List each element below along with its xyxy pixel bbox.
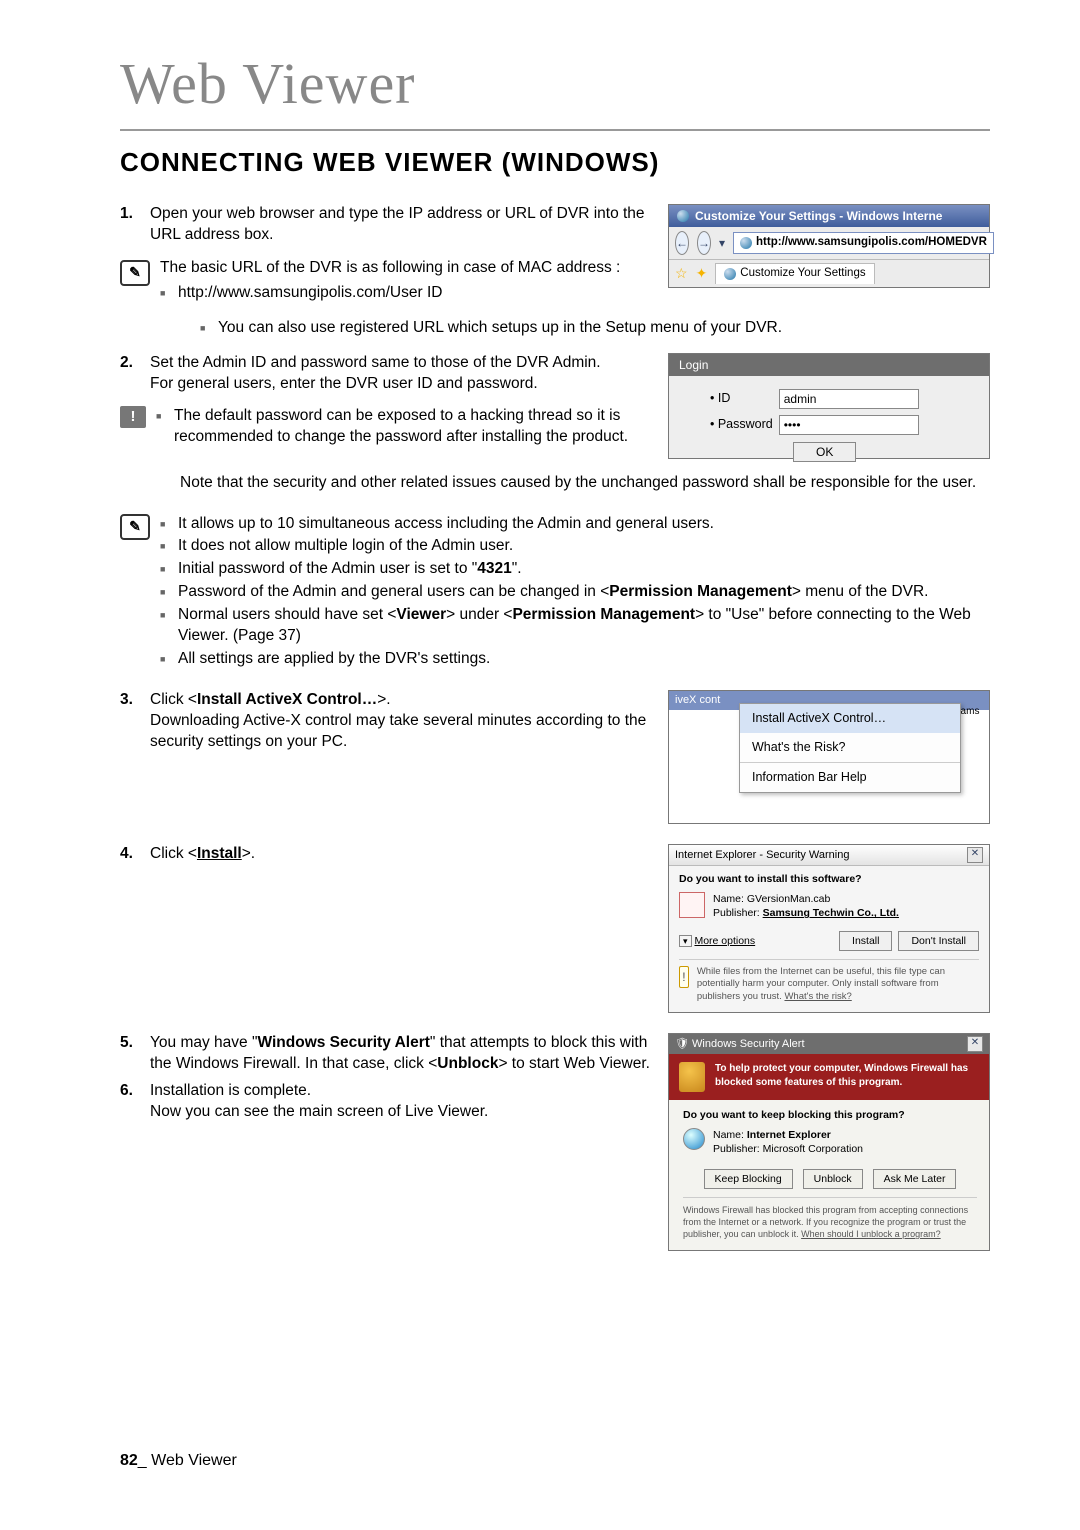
sw-title-text: Internet Explorer - Security Warning xyxy=(675,848,849,863)
step-5-text: You may have "Windows Security Alert" th… xyxy=(150,1033,650,1075)
note2-b1: It allows up to 10 simultaneous access i… xyxy=(160,514,990,535)
firewall-alert-screenshot: 🛡 Windows Security Alert ✕ To help prote… xyxy=(668,1033,990,1251)
favorites-star-icon[interactable]: ☆ xyxy=(675,264,688,283)
ie-title-text: Customize Your Settings - Windows Intern… xyxy=(695,208,942,224)
warn-line2: Note that the security and other related… xyxy=(180,474,976,491)
warning-icon: ! xyxy=(120,406,146,428)
add-favorite-icon[interactable]: ✦ xyxy=(696,264,708,283)
sw-name-value: GVersionMan.cab xyxy=(747,893,830,905)
install-button[interactable]: Install xyxy=(839,931,892,951)
note2-b6: All settings are applied by the DVR's se… xyxy=(160,649,990,670)
login-id-input[interactable] xyxy=(779,389,919,409)
close-icon[interactable]: ✕ xyxy=(967,847,983,863)
page-icon xyxy=(740,237,752,249)
fw-name-value: Internet Explorer xyxy=(747,1129,831,1141)
warn-line1: The default password can be exposed to a… xyxy=(174,407,628,445)
step-number-5: 5. xyxy=(120,1033,142,1075)
tab-label: Customize Your Settings xyxy=(740,266,865,282)
step-3-l2: Downloading Active-X control may take se… xyxy=(150,712,646,750)
sw-name-label: Name: xyxy=(713,893,744,905)
fw-pub-label: Publisher: xyxy=(713,1143,760,1155)
step-2-line1: Set the Admin ID and password same to th… xyxy=(150,354,601,371)
fw-close-icon[interactable]: ✕ xyxy=(967,1036,983,1052)
login-pw-input[interactable] xyxy=(779,415,919,435)
note1-bullet-2: You can also use registered URL which se… xyxy=(200,318,990,339)
note1-lead: The basic URL of the DVR is as following… xyxy=(160,258,620,279)
keep-blocking-button[interactable]: Keep Blocking xyxy=(704,1169,793,1189)
menu-info-bar-help[interactable]: Information Bar Help xyxy=(740,762,960,792)
step-number-4: 4. xyxy=(120,844,142,865)
ie-logo-icon xyxy=(677,210,689,222)
cab-file-icon xyxy=(679,892,705,918)
page-number: 82 xyxy=(120,1452,138,1469)
sw-pub-label: Publisher: xyxy=(713,907,760,919)
step-number-2: 2. xyxy=(120,353,142,395)
fw-banner-text: To help protect your computer, Windows F… xyxy=(715,1062,979,1089)
ie-titlebar: Customize Your Settings - Windows Intern… xyxy=(669,205,989,227)
dropdown-arrow-icon[interactable]: ▾ xyxy=(719,235,725,251)
note1-bullet-1: http://www.samsungipolis.com/User ID xyxy=(160,283,620,304)
note-icon: ✎ xyxy=(120,260,150,286)
note-icon-2: ✎ xyxy=(120,514,150,540)
security-warning-screenshot: Internet Explorer - Security Warning ✕ D… xyxy=(668,844,990,1013)
more-options-toggle[interactable]: ▾ More options xyxy=(679,934,755,948)
step-6-l2: Now you can see the main screen of Live … xyxy=(150,1103,488,1120)
tab-page-icon xyxy=(724,268,736,280)
note2-b3: Initial password of the Admin user is se… xyxy=(160,559,990,580)
ask-me-later-button[interactable]: Ask Me Later xyxy=(873,1169,957,1189)
step-number-1: 1. xyxy=(120,204,142,246)
fw-name-label: Name: xyxy=(713,1129,744,1141)
back-button[interactable]: ← xyxy=(675,231,689,255)
login-pw-label: • Password xyxy=(709,414,774,436)
activex-context-menu: Install ActiveX Control… What's the Risk… xyxy=(739,703,961,793)
footer-label: Web Viewer xyxy=(151,1452,237,1469)
activex-menu-screenshot: iveX cont ams Install ActiveX Control… W… xyxy=(668,690,990,824)
sw-info-link[interactable]: What's the risk? xyxy=(784,991,851,1002)
step-number-6: 6. xyxy=(120,1081,142,1123)
browser-tab[interactable]: Customize Your Settings xyxy=(715,263,874,284)
sw-pub-value[interactable]: Samsung Techwin Co., Ltd. xyxy=(763,907,899,919)
step-4-text: Click <Install>. xyxy=(150,844,255,865)
forward-button[interactable]: → xyxy=(697,231,711,255)
ie-screenshot: Customize Your Settings - Windows Intern… xyxy=(668,204,990,288)
sw-question: Do you want to install this software? xyxy=(679,872,979,886)
menu-install-activex[interactable]: Install ActiveX Control… xyxy=(740,704,960,733)
fw-title-text: Windows Security Alert xyxy=(692,1038,804,1050)
ie-globe-icon xyxy=(683,1128,705,1150)
address-bar[interactable]: http://www.samsungipolis.com/HOMEDVR xyxy=(733,232,994,254)
fw-shield-small-icon: 🛡 xyxy=(675,1038,689,1050)
step-1-text: Open your web browser and type the IP ad… xyxy=(150,204,650,246)
login-ok-button[interactable]: OK xyxy=(793,442,856,462)
ax-bar-left: iveX cont xyxy=(675,694,720,706)
step-2-line2: For general users, enter the DVR user ID… xyxy=(150,375,538,392)
step-6-l1: Installation is complete. xyxy=(150,1082,311,1099)
chapter-title: Web Viewer xyxy=(120,50,990,131)
fw-pub-value: Microsoft Corporation xyxy=(763,1143,863,1155)
dont-install-button[interactable]: Don't Install xyxy=(898,931,979,951)
page-footer: 82_ Web Viewer xyxy=(120,1452,237,1470)
shield-warning-icon: ! xyxy=(679,966,689,988)
login-title: Login xyxy=(669,354,989,376)
section-heading: CONNECTING WEB VIEWER (WINDOWS) xyxy=(120,147,990,178)
note2-b2: It does not allow multiple login of the … xyxy=(160,536,990,557)
fw-footer-link[interactable]: When should I unblock a program? xyxy=(801,1229,941,1239)
menu-whats-the-risk[interactable]: What's the Risk? xyxy=(740,733,960,762)
fw-question: Do you want to keep blocking this progra… xyxy=(683,1108,977,1122)
note2-b4: Password of the Admin and general users … xyxy=(160,582,990,603)
firewall-shield-icon xyxy=(679,1062,705,1092)
step-3-l1: Click <Install ActiveX Control…>. xyxy=(150,691,391,708)
note2-b5: Normal users should have set <Viewer> un… xyxy=(160,605,990,647)
step-number-3: 3. xyxy=(120,690,142,753)
login-id-label: • ID xyxy=(709,388,774,410)
address-url: http://www.samsungipolis.com/HOMEDVR xyxy=(756,235,987,251)
login-screenshot: Login • ID • Password OK xyxy=(668,353,990,459)
unblock-button[interactable]: Unblock xyxy=(803,1169,863,1189)
